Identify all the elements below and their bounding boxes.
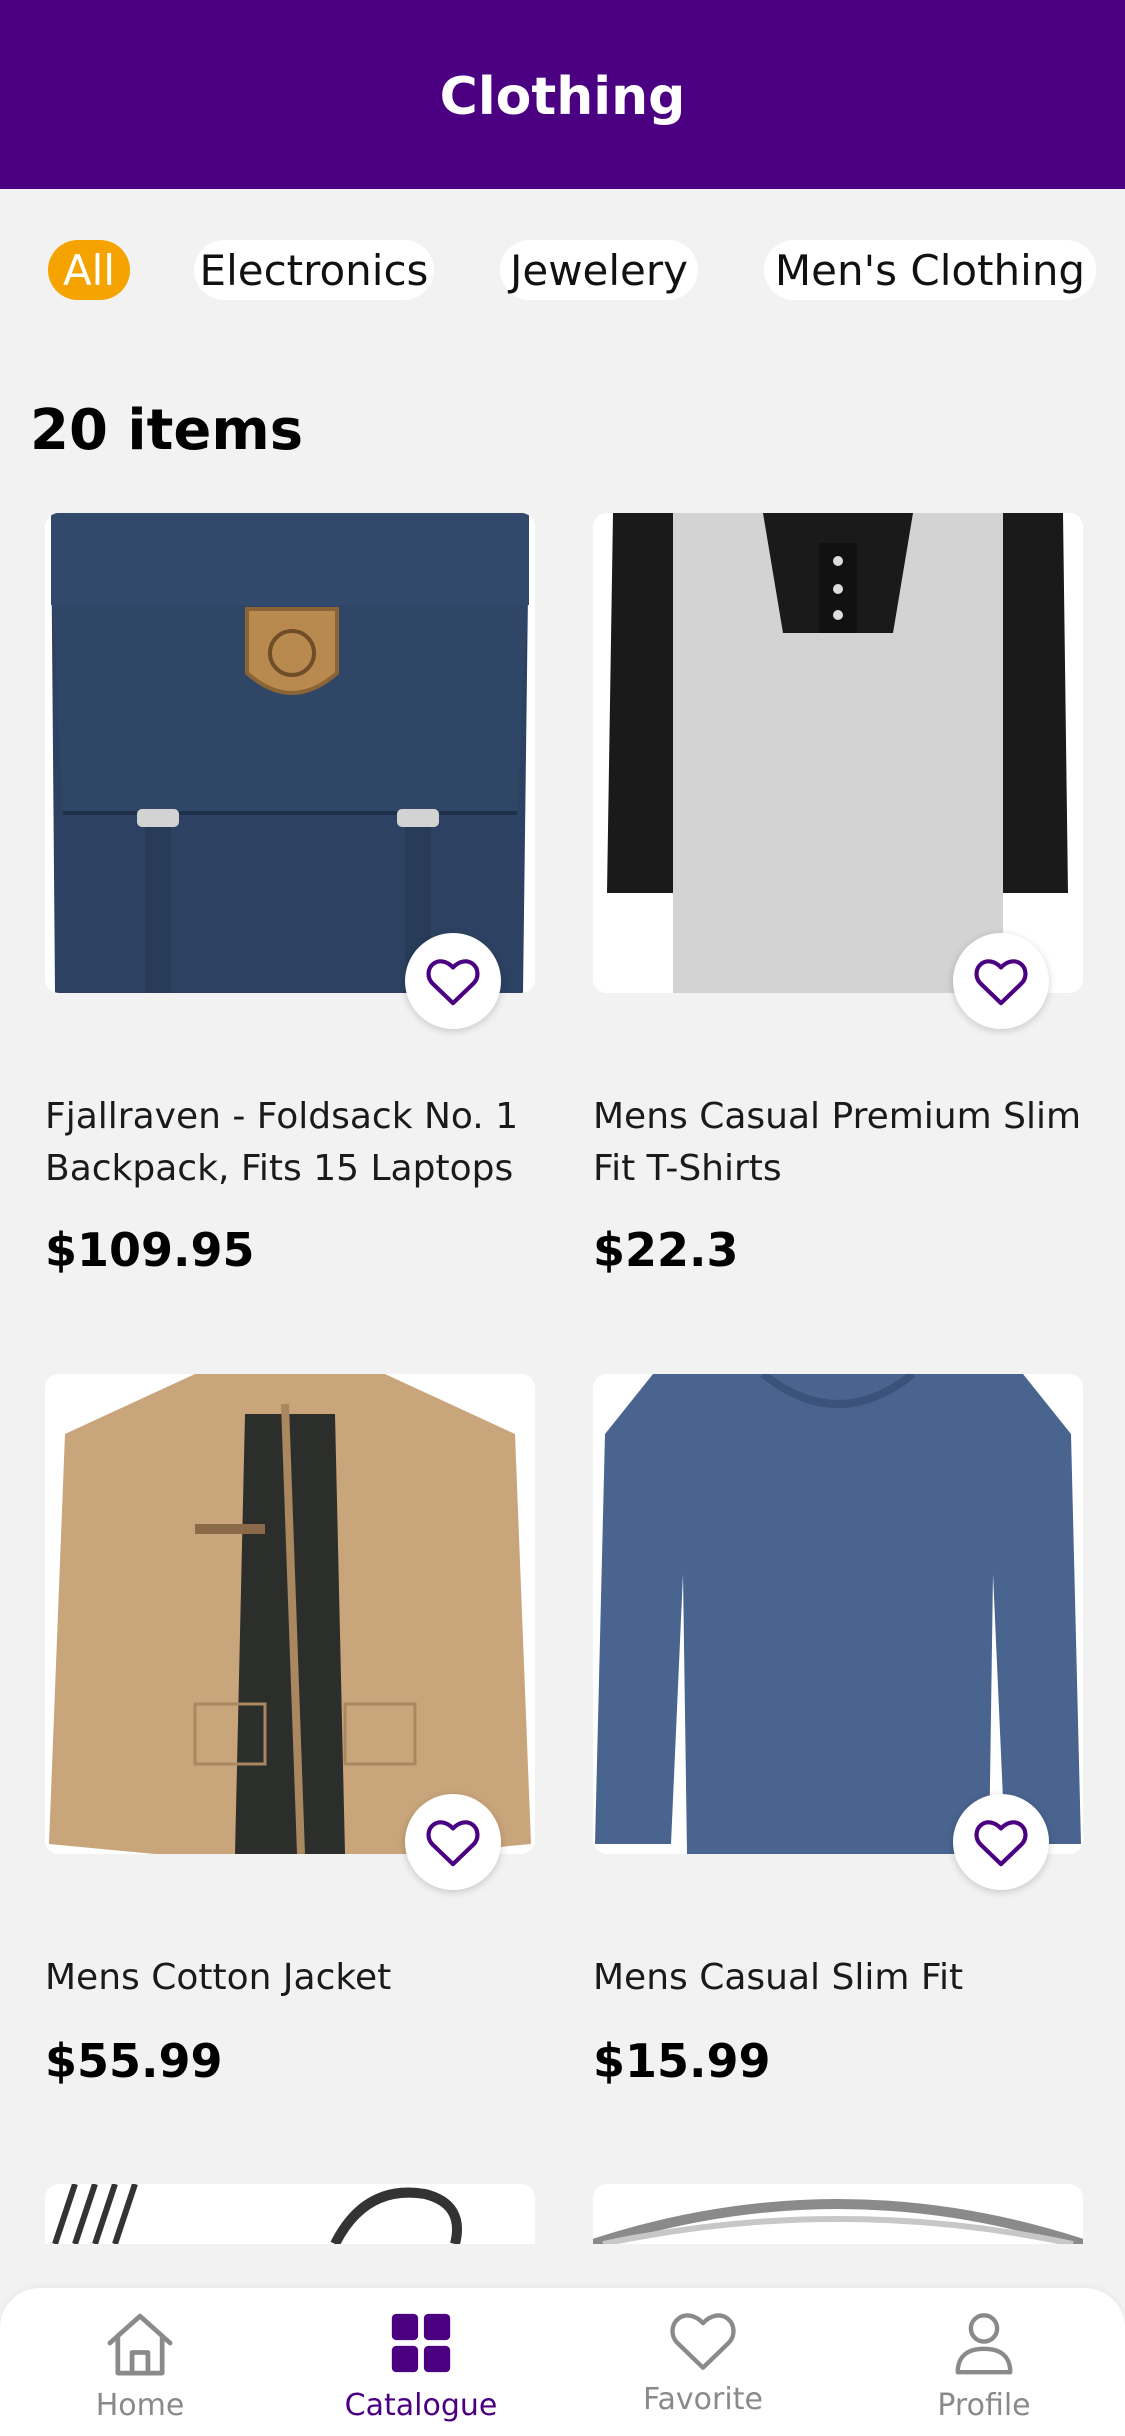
chip-jewelery[interactable]: Jewelery bbox=[500, 240, 698, 300]
product-title[interactable]: Mens Casual Slim Fit bbox=[593, 1952, 1083, 2004]
favorite-button[interactable] bbox=[405, 1794, 501, 1890]
product-price: $15.99 bbox=[593, 2034, 771, 2088]
chip-all[interactable]: All bbox=[48, 240, 130, 300]
chip-electronics[interactable]: Electronics bbox=[194, 240, 434, 300]
tab-label: Catalogue bbox=[344, 2388, 498, 2423]
favorite-button[interactable] bbox=[953, 933, 1049, 1029]
product-price: $109.95 bbox=[45, 1223, 255, 1277]
product-price: $22.3 bbox=[593, 1223, 739, 1277]
person-icon bbox=[955, 2313, 1013, 2375]
product-image[interactable] bbox=[593, 513, 1083, 993]
heart-icon bbox=[974, 1820, 1028, 1867]
product-price: $55.99 bbox=[45, 2034, 223, 2088]
tab-profile[interactable]: Profile bbox=[884, 2308, 1084, 2428]
product-title[interactable]: Fjallraven - Foldsack No. 1 Backpack, Fi… bbox=[45, 1091, 535, 1195]
tab-label: Home bbox=[95, 2388, 185, 2423]
product-image[interactable] bbox=[593, 1374, 1083, 1854]
heart-icon bbox=[426, 1820, 480, 1867]
product-image-partial[interactable] bbox=[593, 2184, 1083, 2244]
backpack-image bbox=[45, 513, 535, 993]
heart-icon bbox=[670, 2313, 736, 2370]
home-icon bbox=[107, 2313, 173, 2376]
app-header: Clothing bbox=[0, 0, 1125, 189]
tab-catalogue[interactable]: Catalogue bbox=[321, 2308, 521, 2428]
favorite-button[interactable] bbox=[953, 1794, 1049, 1890]
blue-shirt-image bbox=[593, 1374, 1083, 1854]
product-image[interactable] bbox=[45, 513, 535, 993]
product-title[interactable]: Mens Casual Premium Slim Fit T-Shirts bbox=[593, 1091, 1083, 1195]
tab-label: Favorite bbox=[643, 2382, 763, 2417]
category-filter: All Electronics Jewelery Men's Clothing bbox=[0, 240, 1125, 300]
henley-shirt-image bbox=[593, 513, 1083, 993]
jacket-image bbox=[45, 1374, 535, 1854]
chip-mens-clothing[interactable]: Men's Clothing bbox=[764, 240, 1096, 300]
tab-favorite[interactable]: Favorite bbox=[603, 2308, 803, 2428]
heart-icon bbox=[426, 959, 480, 1006]
bracelet-image bbox=[52, 2184, 462, 2244]
product-image[interactable] bbox=[45, 1374, 535, 1854]
page-title: Clothing bbox=[439, 66, 686, 127]
bottom-navigation: Home Catalogue Favorite Profile bbox=[0, 2288, 1125, 2436]
product-title[interactable]: Mens Cotton Jacket bbox=[45, 1952, 535, 2004]
tab-home[interactable]: Home bbox=[40, 2308, 240, 2428]
grid-icon bbox=[391, 2313, 451, 2373]
heart-icon bbox=[974, 959, 1028, 1006]
favorite-button[interactable] bbox=[405, 933, 501, 1029]
tab-label: Profile bbox=[937, 2388, 1031, 2423]
ring-image bbox=[593, 2199, 1083, 2244]
product-image-partial[interactable] bbox=[45, 2184, 535, 2244]
items-count: 20 items bbox=[30, 398, 304, 463]
